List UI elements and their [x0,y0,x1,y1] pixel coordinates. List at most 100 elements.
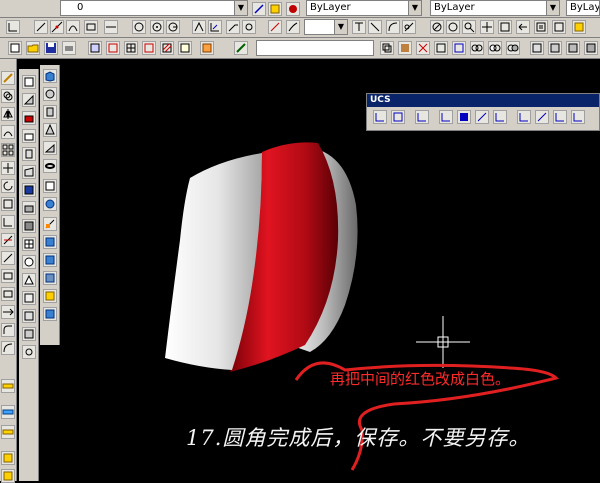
ucs-icon[interactable] [373,110,387,124]
edge-icon[interactable] [22,327,36,341]
setup-profile-icon[interactable] [43,307,57,321]
layer-combo[interactable]: 0 ▼ [60,0,248,16]
subtract-icon[interactable] [488,41,502,55]
fillet-icon[interactable] [1,323,15,337]
arc-icon[interactable] [66,20,80,34]
ucs-world-icon[interactable] [352,20,366,34]
save-icon[interactable] [44,41,58,55]
dim-style-icon[interactable] [286,20,300,34]
layer-freeze-icon[interactable] [286,2,300,16]
setup-view-icon[interactable] [43,271,57,285]
dimension-icon[interactable] [104,20,118,34]
sphere-surface-icon[interactable] [22,147,36,161]
block-icon[interactable] [142,41,156,55]
wedge-icon[interactable] [43,141,57,155]
layer-tools-icon[interactable] [252,2,266,16]
3dpoly-icon[interactable] [22,345,36,359]
box-surface-icon[interactable] [22,75,36,89]
ucs-previous-icon[interactable] [415,110,429,124]
ucs-toolbar[interactable]: UCS [366,93,600,131]
leader-icon[interactable] [226,20,240,34]
ucs-zaxis-icon[interactable] [517,110,531,124]
plot-icon[interactable] [62,41,76,55]
trim-icon[interactable] [1,233,15,247]
lineweight-combo[interactable]: ByLayer [566,0,600,16]
extend-icon[interactable] [1,251,15,265]
paste-icon[interactable] [398,41,412,55]
ucs-view-icon[interactable] [475,110,489,124]
zoom-icon[interactable] [462,20,476,34]
open-icon[interactable] [26,41,40,55]
box-icon[interactable] [43,69,57,83]
radius-icon[interactable] [166,20,180,34]
dim-style-combo[interactable]: ▼ [304,19,348,35]
slice-icon[interactable] [530,41,544,55]
intersect-icon[interactable] [506,41,520,55]
ruled-surface-icon[interactable] [22,291,36,305]
dim-ordinate-icon[interactable] [1,425,15,439]
zoom-window-icon[interactable] [498,20,512,34]
erase-icon[interactable] [416,41,430,55]
polyline-icon[interactable] [34,20,48,34]
erase-icon[interactable] [1,71,15,85]
layer-state-icon[interactable] [268,2,282,16]
ucs-toolbar-title[interactable]: UCS [367,94,599,107]
revolved-surface-icon[interactable] [22,255,36,269]
ucs-x-icon[interactable] [553,110,567,124]
tool-palette-icon[interactable] [572,20,586,34]
slice-solid-icon[interactable] [43,217,57,231]
hatch-icon[interactable] [160,41,174,55]
move-icon[interactable] [1,161,15,175]
chevron-down-icon[interactable]: ▼ [546,1,559,15]
edge-surface-icon[interactable] [22,309,36,323]
setup-drawing-icon[interactable] [43,289,57,303]
3dface-icon[interactable] [22,219,36,233]
zoom-previous-icon[interactable] [516,20,530,34]
interfere-solid-icon[interactable] [43,253,57,267]
explode-icon[interactable] [1,341,15,355]
diameter-icon[interactable] [132,20,146,34]
ucs-3point-icon[interactable] [535,110,549,124]
cylinder-icon[interactable] [43,105,57,119]
section-solid-icon[interactable] [43,235,57,249]
sphere-icon[interactable] [43,87,57,101]
chamfer-icon[interactable] [1,305,15,319]
dome-surface-icon[interactable] [22,165,36,179]
ucs-world-icon[interactable] [391,110,405,124]
stretch-icon[interactable] [1,215,15,229]
revolve-icon[interactable] [43,197,57,211]
fillet-icon[interactable] [386,20,400,34]
cone-surface-icon[interactable] [22,129,36,143]
wedge-surface-icon[interactable] [22,93,36,107]
pan-icon[interactable] [480,20,494,34]
circle-icon[interactable] [150,20,164,34]
mirror-icon[interactable] [1,107,15,121]
dim-linear-icon[interactable] [1,379,15,393]
tabulated-surface-icon[interactable] [22,273,36,287]
design-center-icon[interactable] [552,20,566,34]
chevron-down-icon[interactable]: ▼ [408,1,421,15]
union-icon[interactable] [470,41,484,55]
linetype-combo[interactable]: ByLayer ▼ [430,0,560,16]
interfere-icon[interactable] [566,41,580,55]
table-icon[interactable] [124,41,138,55]
array-icon[interactable] [1,143,15,157]
osnap-icon[interactable] [446,20,460,34]
ucs-y-icon[interactable] [571,110,585,124]
rectangle-icon[interactable] [84,20,98,34]
scale-icon[interactable] [1,197,15,211]
tolerance-icon[interactable] [242,20,256,34]
new-icon[interactable] [8,41,22,55]
match-icon[interactable] [434,41,448,55]
copy-icon[interactable] [380,41,394,55]
rotate-icon[interactable] [1,179,15,193]
ucs-origin-icon[interactable] [493,110,507,124]
copy-object-icon[interactable] [1,89,15,103]
pyramid-surface-icon[interactable] [22,111,36,125]
offset-icon[interactable] [1,125,15,139]
line-icon[interactable] [6,20,20,34]
dim-aligned-icon[interactable] [1,405,15,419]
extrude-icon[interactable] [43,179,57,193]
dish-surface-icon[interactable] [22,183,36,197]
dim-edit-icon[interactable] [268,20,282,34]
